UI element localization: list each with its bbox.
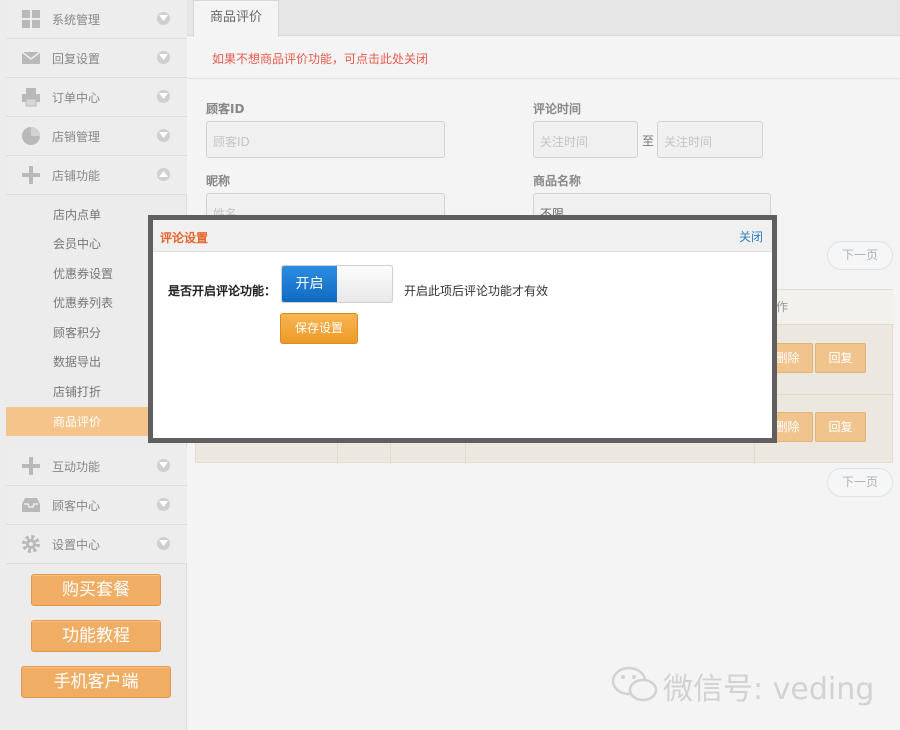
sub-item-label: 顾客积分	[53, 326, 102, 340]
menu-label: 顾客中心	[52, 499, 101, 513]
printer-icon	[21, 87, 41, 107]
menu-settings-center[interactable]: 设置中心	[6, 525, 187, 564]
save-settings-button[interactable]: 保存设置	[280, 313, 358, 344]
menu-label: 互动功能	[52, 460, 101, 474]
next-page-button-bottom[interactable]: 下一页	[827, 468, 893, 497]
modal-close-link[interactable]: 关闭	[739, 228, 763, 245]
enable-reviews-label: 是否开启评论功能：	[168, 284, 277, 298]
grid-icon	[21, 9, 41, 29]
review-time-label: 评论时间	[533, 102, 582, 116]
nickname-label: 昵称	[206, 174, 231, 188]
gear-icon	[21, 534, 41, 554]
chevron-down-icon	[157, 51, 170, 64]
menu-sales[interactable]: 店销管理	[6, 117, 187, 156]
notice-row: 如果不想商品评价功能，可点击此处关闭	[187, 37, 900, 79]
watermark: 微信号: veding	[611, 660, 881, 710]
sub-item-label: 商品评价	[53, 415, 102, 429]
sub-item-label: 优惠券列表	[53, 296, 114, 310]
menu-label: 设置中心	[52, 538, 101, 552]
chevron-down-icon	[157, 459, 170, 472]
mobile-client-button[interactable]: 手机客户端	[21, 666, 171, 698]
time-separator: 至	[642, 134, 655, 148]
time-from-input[interactable]: 关注时间	[533, 121, 638, 158]
wechat-icon	[611, 664, 659, 708]
sub-item-label: 数据导出	[53, 355, 102, 369]
menu-label: 系统管理	[52, 13, 101, 27]
watermark-text: 微信号: veding	[663, 672, 875, 707]
plus-icon	[21, 165, 41, 185]
sub-item-label: 店铺打折	[53, 385, 102, 399]
menu-label: 回复设置	[52, 52, 101, 66]
menu-system[interactable]: 系统管理	[6, 0, 187, 39]
disable-reviews-link[interactable]: 如果不想商品评价功能，可点击此处关闭	[212, 50, 428, 67]
customer-id-input[interactable]: 顾客ID	[206, 121, 445, 158]
product-name-label: 商品名称	[533, 174, 582, 188]
envelope-icon	[21, 48, 41, 68]
toggle-on-label: 开启	[282, 266, 337, 302]
tutorial-button[interactable]: 功能教程	[31, 620, 161, 652]
menu-interactive[interactable]: 互动功能	[6, 447, 187, 486]
chevron-down-icon	[157, 537, 170, 550]
chevron-down-icon	[157, 12, 170, 25]
review-settings-modal: 评论设置 关闭 是否开启评论功能： 开启 开启此项后评论功能才有效 保存设置	[148, 215, 777, 443]
sub-item-label: 店内点单	[53, 208, 102, 222]
customer-id-label: 顾客ID	[206, 102, 245, 116]
menu-customer-center[interactable]: 顾客中心	[6, 486, 187, 525]
plus-icon	[21, 456, 41, 476]
menu-reply[interactable]: 回复设置	[6, 39, 187, 78]
enable-reviews-toggle[interactable]: 开启	[281, 265, 393, 303]
sub-item-label: 优惠券设置	[53, 267, 114, 281]
time-to-input[interactable]: 关注时间	[657, 121, 763, 158]
inbox-icon	[21, 495, 41, 515]
chevron-down-icon	[157, 90, 170, 103]
tab-product-reviews[interactable]: 商品评价	[193, 0, 279, 37]
menu-label: 店铺功能	[52, 169, 101, 183]
menu-store-functions[interactable]: 店铺功能	[6, 156, 187, 195]
reply-button[interactable]: 回复	[815, 343, 866, 373]
modal-header: 评论设置 关闭	[153, 220, 772, 252]
next-page-button-top[interactable]: 下一页	[827, 241, 893, 270]
reply-button[interactable]: 回复	[815, 412, 866, 442]
toggle-hint: 开启此项后评论功能才有效	[404, 284, 549, 298]
menu-label: 订单中心	[52, 91, 101, 105]
chevron-up-icon	[157, 168, 170, 181]
buy-package-button[interactable]: 购买套餐	[31, 574, 161, 606]
sub-item-label: 会员中心	[53, 237, 102, 251]
pie-chart-icon	[21, 126, 41, 146]
modal-title: 评论设置	[160, 231, 209, 245]
tab-bar: 商品评价	[187, 0, 900, 37]
chevron-down-icon	[157, 129, 170, 142]
menu-orders[interactable]: 订单中心	[6, 78, 187, 117]
chevron-down-icon	[157, 498, 170, 511]
column-header-actions: 作	[776, 300, 789, 314]
menu-label: 店销管理	[52, 130, 101, 144]
